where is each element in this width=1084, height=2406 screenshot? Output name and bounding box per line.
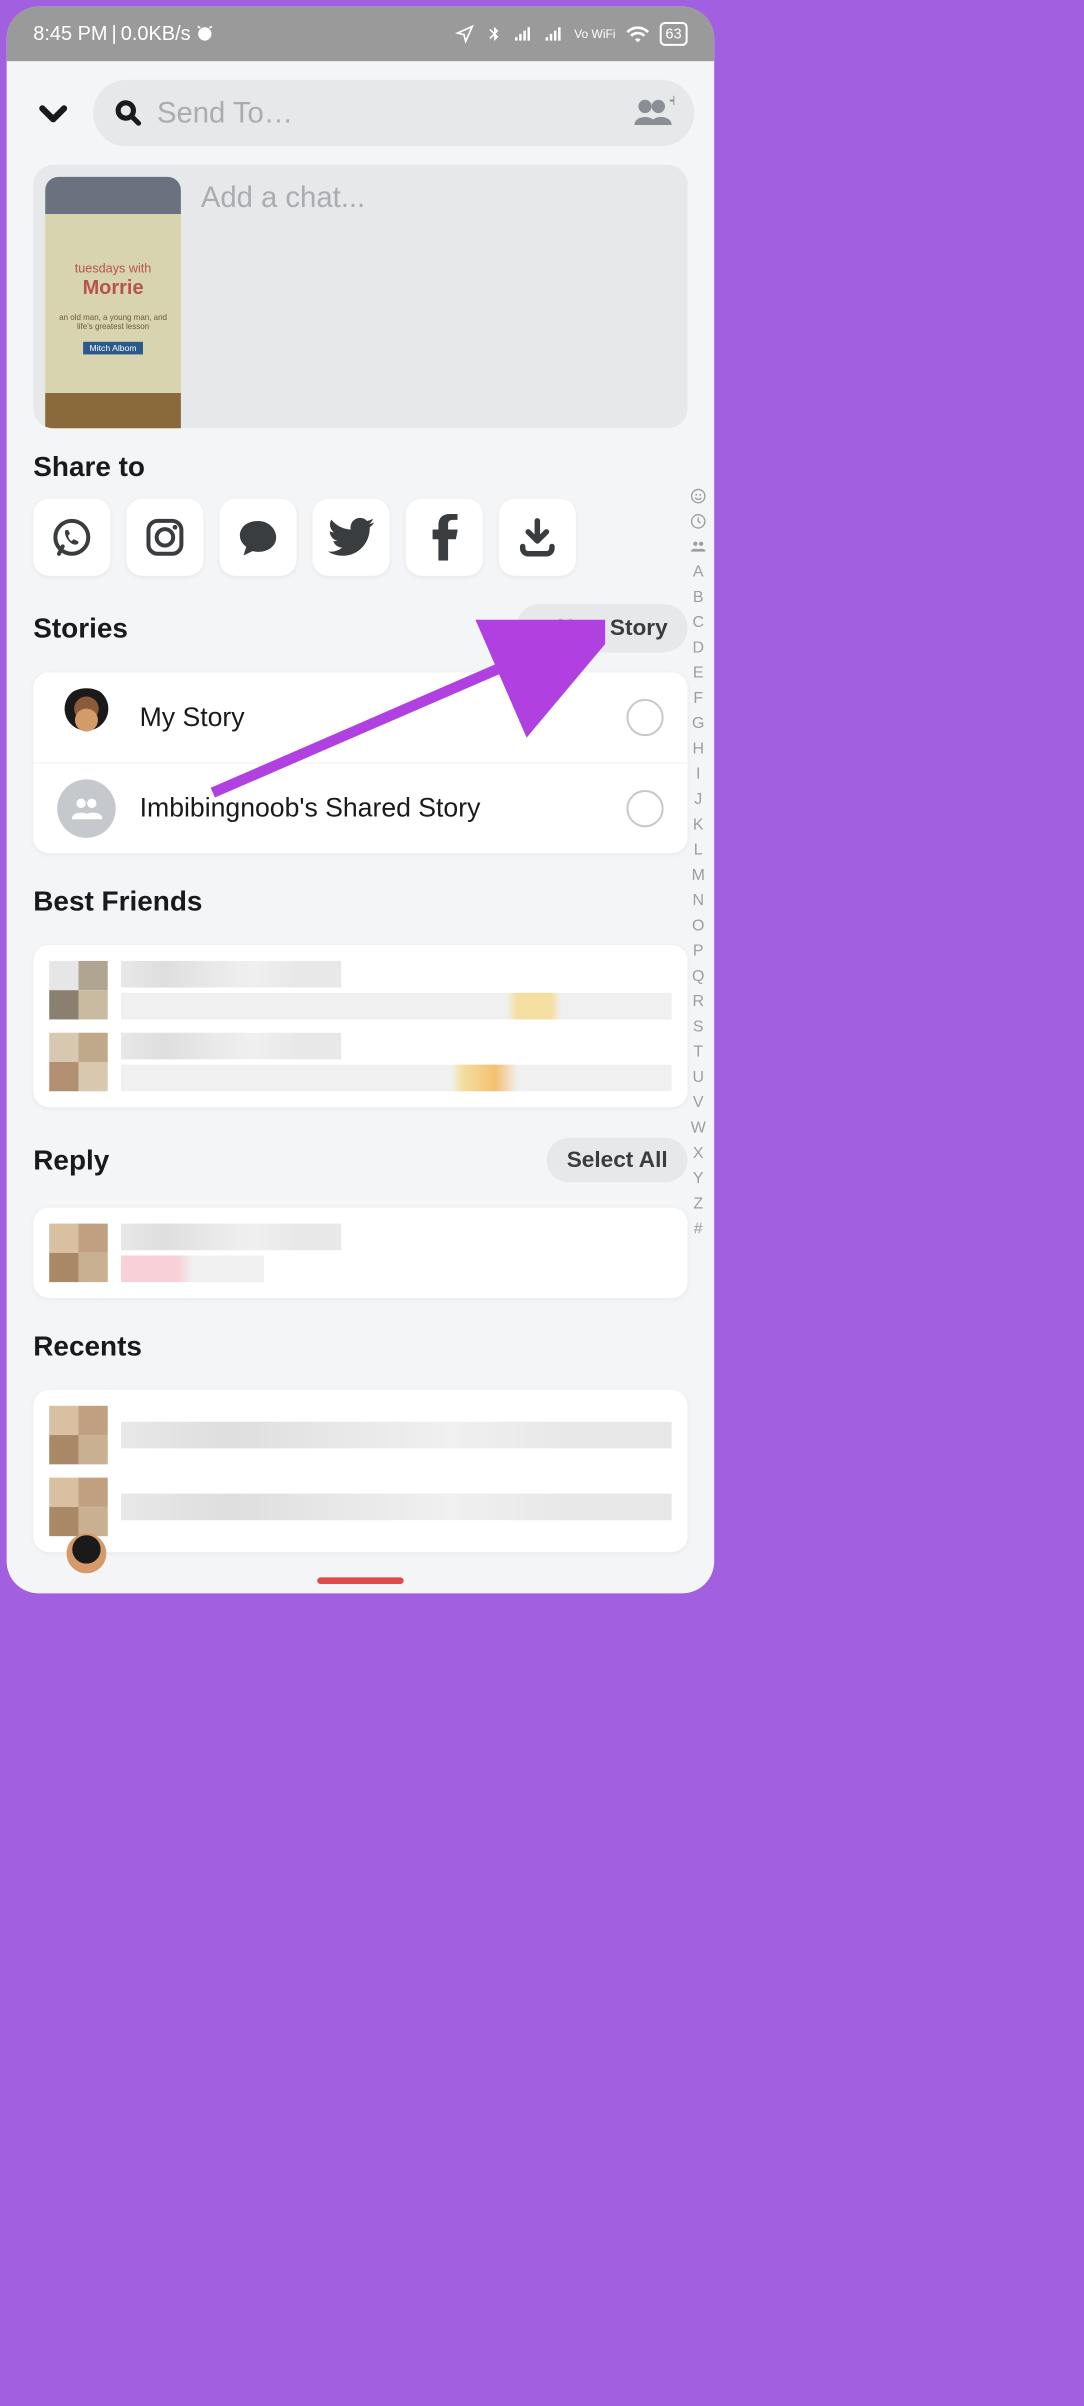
alpha-index-letter[interactable]: P [693,942,704,961]
signal-icon-2 [544,25,564,42]
story-label: Imbibingnoob's Shared Story [140,793,603,823]
search-placeholder: Send To… [157,96,293,129]
share-row [7,499,715,584]
alpha-index[interactable]: A B C D E F G H I J K L M N O P Q R S T … [685,487,712,1238]
select-all-button[interactable]: Select All [547,1138,688,1183]
wifi-icon [626,25,649,42]
share-whatsapp[interactable] [33,499,110,576]
alpha-index-letter[interactable]: O [692,916,704,935]
share-messages[interactable] [219,499,296,576]
status-bar: 8:45 PM | 0.0KB/s Vo WiFi 63 [7,7,715,62]
friend-avatar [49,961,108,1020]
search-bar[interactable]: Send To… + [93,80,694,147]
snap-thumbnail: tuesdays with Morrie an old man, a young… [45,177,181,428]
alpha-index-letter[interactable]: X [693,1144,704,1163]
messages-icon [236,517,280,557]
stories-list: My Story Imbibingnoob's Shared Story [33,672,687,853]
bitmoji-avatar [57,688,116,747]
reply-avatar [49,1224,108,1283]
alpha-index-letter[interactable]: J [694,790,702,809]
status-speed: 0.0KB/s [121,23,191,46]
twitter-icon [328,517,375,557]
story-label: My Story [140,703,603,733]
share-instagram[interactable] [126,499,203,576]
vowifi-label: Vo WiFi [574,29,615,40]
add-chat-placeholder: Add a chat... [181,165,385,428]
whatsapp-icon [50,515,94,559]
alarm-icon [195,24,215,44]
search-icon [113,98,144,129]
alpha-index-letter[interactable]: K [693,815,704,834]
friend-row[interactable] [49,961,671,1020]
alpha-index-letter[interactable]: C [692,613,704,632]
alpha-index-letter[interactable]: D [692,638,704,657]
chat-preview-card[interactable]: tuesdays with Morrie an old man, a young… [33,165,687,428]
chevron-down-icon [35,94,72,131]
bluetooth-icon [485,24,502,44]
share-twitter[interactable] [313,499,390,576]
location-icon [455,24,475,44]
stories-title: Stories [33,612,128,644]
facebook-icon [431,514,458,561]
main-content: Send To… + tuesdays with Morrie an old m… [7,61,715,1593]
recent-row[interactable] [49,1406,671,1465]
share-facebook[interactable] [406,499,483,576]
alpha-index-letter[interactable]: I [696,765,700,784]
alpha-index-letter[interactable]: Q [692,967,704,986]
alpha-index-letter[interactable]: T [693,1043,703,1062]
alpha-index-letter[interactable]: E [693,664,704,683]
friend-row[interactable] [49,1033,671,1092]
share-to-title: Share to [7,428,715,498]
svg-text:+: + [669,95,674,110]
reply-list [33,1208,687,1298]
battery-indicator: 63 [659,22,687,46]
clock-index-icon[interactable] [690,512,706,531]
alpha-index-letter[interactable]: V [693,1093,704,1112]
signal-icon-1 [513,25,533,42]
recent-row[interactable] [49,1478,671,1537]
home-indicator [317,1577,403,1584]
collapse-button[interactable] [33,93,73,133]
group-index-icon[interactable] [690,537,707,556]
alpha-index-letter[interactable]: A [693,563,704,582]
emoji-index-icon[interactable] [690,487,706,506]
story-select-circle[interactable] [626,699,663,736]
alpha-index-letter[interactable]: B [693,588,704,607]
bottom-avatar [67,1533,107,1573]
reply-row[interactable] [49,1224,671,1283]
friend-avatar [49,1033,108,1092]
alpha-index-letter[interactable]: F [693,689,703,708]
best-friends-title: Best Friends [7,853,715,933]
best-friends-list [33,945,687,1107]
alpha-index-letter[interactable]: R [692,992,704,1011]
share-download[interactable] [499,499,576,576]
group-avatar [57,779,116,838]
recents-list [33,1390,687,1552]
recent-avatar [49,1478,108,1537]
alpha-index-letter[interactable]: S [693,1017,704,1036]
alpha-index-letter[interactable]: L [694,841,703,860]
new-story-button[interactable]: + New Story [516,604,687,653]
recents-title: Recents [7,1298,715,1378]
status-time: 8:45 PM [33,23,107,46]
alpha-index-letter[interactable]: # [694,1220,703,1239]
alpha-index-letter[interactable]: G [692,714,704,733]
alpha-index-letter[interactable]: Y [693,1169,704,1188]
story-select-circle[interactable] [626,790,663,827]
alpha-index-letter[interactable]: U [692,1068,704,1087]
instagram-icon [143,515,187,559]
group-icon [70,795,102,822]
alpha-index-letter[interactable]: M [692,866,705,885]
story-my-story[interactable]: My Story [33,672,687,762]
alpha-index-letter[interactable]: H [692,739,704,758]
alpha-index-letter[interactable]: W [691,1119,706,1138]
reply-title: Reply [33,1144,109,1176]
alpha-index-letter[interactable]: Z [693,1194,703,1213]
download-icon [515,515,559,559]
add-group-button[interactable]: + [632,95,675,130]
story-shared[interactable]: Imbibingnoob's Shared Story [33,763,687,853]
phone-frame: 8:45 PM | 0.0KB/s Vo WiFi 63 Send To… [7,7,715,1594]
recent-avatar [49,1406,108,1465]
alpha-index-letter[interactable]: N [692,891,704,910]
